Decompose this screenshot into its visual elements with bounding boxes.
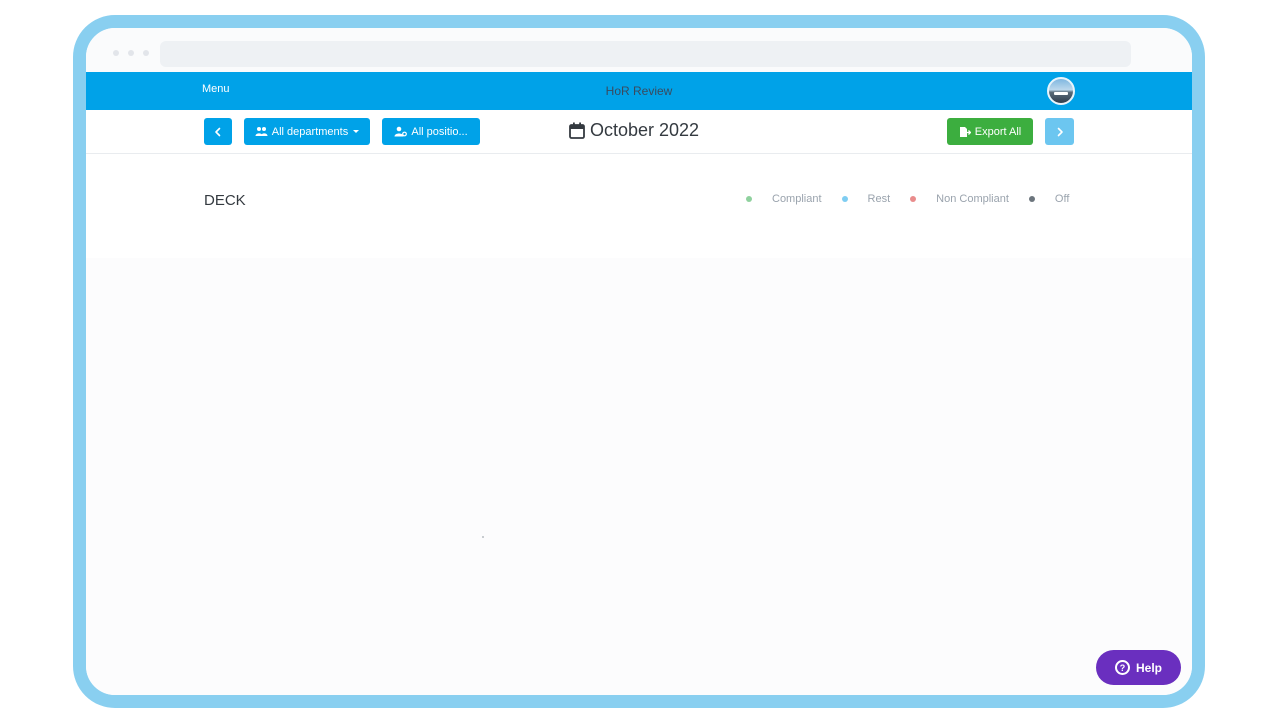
department-title: DECK: [204, 192, 246, 209]
legend-label: Rest: [867, 193, 891, 205]
avatar-icon[interactable]: [1047, 77, 1075, 105]
user-cog-icon: [394, 126, 408, 137]
legend: Compliant Rest Non Compliant Off: [746, 193, 1069, 205]
content-area: [86, 258, 1192, 695]
app-header: Menu HoR Review: [86, 72, 1192, 110]
help-button[interactable]: ? Help: [1096, 650, 1181, 685]
address-bar[interactable]: [160, 41, 1131, 67]
users-icon: [255, 127, 268, 136]
next-month-button[interactable]: [1045, 118, 1074, 145]
page-title: HoR Review: [605, 84, 673, 98]
legend-dot: [746, 196, 752, 202]
legend-item-non-compliant: Non Compliant: [910, 193, 1009, 205]
device-frame: Menu HoR Review All departments All posi…: [73, 15, 1205, 708]
window-controls: [113, 50, 149, 56]
departments-dropdown[interactable]: All departments: [244, 118, 370, 145]
positions-label: All positio...: [411, 125, 468, 138]
previous-month-button[interactable]: [204, 118, 232, 145]
legend-item-off: Off: [1028, 193, 1070, 205]
legend-dot: [841, 196, 848, 202]
month-display: October 2022: [569, 120, 699, 141]
export-all-button[interactable]: Export All: [947, 118, 1033, 145]
loading-speck: [482, 536, 484, 538]
chevron-left-icon: [215, 127, 221, 136]
departments-label: All departments: [271, 125, 349, 138]
legend-label: Non Compliant: [936, 193, 1009, 205]
positions-dropdown[interactable]: All positio...: [382, 118, 480, 145]
caret-down-icon: [353, 130, 360, 133]
help-label: Help: [1135, 660, 1162, 675]
file-export-icon: [959, 126, 971, 137]
browser-bar: [86, 28, 1192, 72]
legend-dot: [1028, 196, 1035, 202]
export-label: Export All: [974, 125, 1022, 138]
legend-label: Off: [1054, 193, 1070, 205]
month-label: October 2022: [590, 120, 700, 140]
legend-item-compliant: Compliant: [746, 193, 822, 205]
window-dot: [143, 50, 149, 56]
calendar-icon: [569, 122, 585, 139]
legend-label: Compliant: [772, 193, 822, 205]
chevron-right-icon: [1057, 127, 1063, 136]
question-circle-icon: ?: [1114, 660, 1130, 675]
window-dot: [113, 50, 119, 56]
legend-dot: [910, 196, 917, 202]
legend-item-rest: Rest: [841, 193, 891, 205]
window-dot: [128, 50, 134, 56]
toolbar: All departments All positio... October 2…: [86, 110, 1192, 154]
